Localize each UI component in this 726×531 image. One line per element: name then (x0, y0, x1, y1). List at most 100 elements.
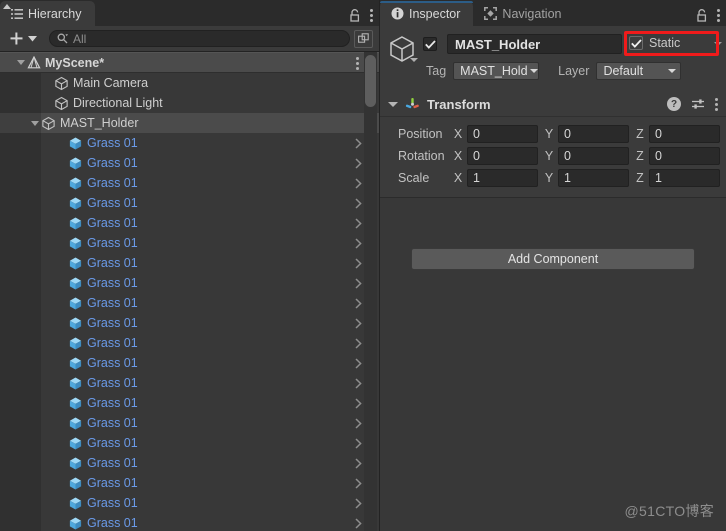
hierarchy-row-grass-01[interactable]: Grass 01 (0, 353, 379, 373)
transform-position-x-input[interactable]: 0 (467, 125, 538, 143)
transform-rotation-y-input[interactable]: 0 (558, 147, 629, 165)
chevron-right-icon[interactable] (355, 333, 362, 353)
preset-sliders-icon[interactable] (691, 98, 705, 111)
axis-label-x: X (453, 127, 463, 141)
chevron-right-icon[interactable] (355, 253, 362, 273)
axis-group-y: Y0 (544, 125, 629, 143)
chevron-right-icon[interactable] (355, 233, 362, 253)
lock-icon[interactable] (696, 9, 708, 22)
foldout-spacer (55, 453, 68, 473)
frame-selected-icon[interactable] (354, 29, 373, 48)
chevron-down-icon (28, 35, 37, 42)
hierarchy-row-grass-01[interactable]: Grass 01 (0, 193, 379, 213)
chevron-right-icon[interactable] (355, 213, 362, 233)
hierarchy-row-grass-01[interactable]: Grass 01 (0, 413, 379, 433)
hierarchy-scrollbar-thumb[interactable] (365, 55, 376, 107)
hierarchy-search-field[interactable] (49, 30, 350, 47)
chevron-right-icon[interactable] (355, 173, 362, 193)
chevron-right-icon[interactable] (355, 513, 362, 531)
foldout-open-icon[interactable] (14, 53, 27, 73)
static-checkbox[interactable] (629, 36, 643, 50)
tab-inspector-label: Inspector (409, 6, 461, 21)
axis-group-z: Z1 (635, 169, 720, 187)
hierarchy-row-label: Main Camera (73, 76, 149, 90)
transform-scale-y-input[interactable]: 1 (558, 169, 629, 187)
kebab-menu-icon[interactable] (356, 57, 359, 70)
transform-rotation-x-input[interactable]: 0 (467, 147, 538, 165)
chevron-right-icon[interactable] (355, 273, 362, 293)
scroll-up-arrow-icon[interactable] (0, 1, 13, 12)
tag-dropdown[interactable]: MAST_Hold (453, 62, 540, 80)
chevron-right-icon[interactable] (355, 453, 362, 473)
hierarchy-row-label: Directional Light (73, 96, 163, 110)
hierarchy-tree[interactable]: MyScene* Main Camera Directional Light MAST… (0, 52, 379, 531)
foldout-spacer (55, 233, 68, 253)
gameobject-active-checkbox[interactable] (423, 37, 437, 51)
hierarchy-row-grass-01[interactable]: Grass 01 (0, 493, 379, 513)
search-input[interactable] (73, 31, 343, 46)
foldout-spacer (55, 293, 68, 313)
hierarchy-row-grass-01[interactable]: Grass 01 (0, 313, 379, 333)
kebab-menu-icon[interactable] (370, 9, 373, 22)
hierarchy-row-grass-01[interactable]: Grass 01 (0, 513, 379, 531)
transform-scale-z-input[interactable]: 1 (649, 169, 720, 187)
create-gameobject-button[interactable] (7, 31, 42, 46)
foldout-spacer (55, 393, 68, 413)
chevron-right-icon[interactable] (355, 153, 362, 173)
chevron-right-icon[interactable] (355, 413, 362, 433)
static-dropdown-caret-icon[interactable] (714, 42, 722, 46)
chevron-right-icon[interactable] (355, 493, 362, 513)
chevron-right-icon[interactable] (355, 313, 362, 333)
prefab-cube-icon (68, 176, 83, 191)
transform-scale-x-input[interactable]: 1 (467, 169, 538, 187)
tab-hierarchy[interactable]: Hierarchy (0, 1, 95, 26)
layer-dropdown[interactable]: Default (596, 62, 682, 80)
chevron-right-icon[interactable] (355, 193, 362, 213)
chevron-right-icon[interactable] (355, 433, 362, 453)
prefab-cube-icon (68, 436, 83, 451)
hierarchy-row-grass-01[interactable]: Grass 01 (0, 253, 379, 273)
kebab-menu-icon[interactable] (715, 97, 718, 111)
hierarchy-row-grass-01[interactable]: Grass 01 (0, 273, 379, 293)
add-component-button[interactable]: Add Component (411, 248, 695, 270)
axis-label-y: Y (544, 171, 554, 185)
hierarchy-row-grass-01[interactable]: Grass 01 (0, 233, 379, 253)
kebab-menu-icon[interactable] (717, 9, 720, 22)
hierarchy-row-grass-01[interactable]: Grass 01 (0, 333, 379, 353)
gameobject-name-field[interactable]: MAST_Holder (447, 34, 622, 54)
transform-foldout-icon[interactable] (388, 101, 398, 107)
chevron-right-icon[interactable] (355, 373, 362, 393)
chevron-right-icon[interactable] (355, 133, 362, 153)
axis-label-x: X (453, 171, 463, 185)
foldout-open-icon[interactable] (28, 113, 41, 133)
hierarchy-row-grass-01[interactable]: Grass 01 (0, 293, 379, 313)
chevron-right-icon[interactable] (355, 353, 362, 373)
kebab-menu-icon[interactable] (356, 53, 359, 74)
hierarchy-row-main-camera[interactable]: Main Camera (0, 73, 379, 93)
chevron-right-icon[interactable] (355, 473, 362, 493)
tab-inspector[interactable]: Inspector (380, 1, 474, 26)
hierarchy-row-label: Grass 01 (87, 516, 138, 530)
hierarchy-row-mast-holder[interactable]: MAST_Holder (0, 113, 379, 133)
hierarchy-row-grass-01[interactable]: Grass 01 (0, 433, 379, 453)
transform-position-y-input[interactable]: 0 (558, 125, 629, 143)
chevron-right-icon[interactable] (355, 393, 362, 413)
hierarchy-row-grass-01[interactable]: Grass 01 (0, 393, 379, 413)
transform-header[interactable]: Transform ? (380, 92, 726, 117)
hierarchy-scrollbar[interactable] (364, 52, 377, 531)
hierarchy-row-grass-01[interactable]: Grass 01 (0, 173, 379, 193)
chevron-right-icon[interactable] (355, 293, 362, 313)
help-circle-icon[interactable]: ? (667, 97, 681, 111)
transform-rotation-z-input[interactable]: 0 (649, 147, 720, 165)
hierarchy-row-grass-01[interactable]: Grass 01 (0, 373, 379, 393)
hierarchy-row-grass-01[interactable]: Grass 01 (0, 213, 379, 233)
hierarchy-row-grass-01[interactable]: Grass 01 (0, 133, 379, 153)
hierarchy-row-myscene[interactable]: MyScene* (0, 52, 379, 73)
transform-position-z-input[interactable]: 0 (649, 125, 720, 143)
hierarchy-row-grass-01[interactable]: Grass 01 (0, 453, 379, 473)
tab-navigation[interactable]: Navigation (473, 1, 574, 26)
hierarchy-row-grass-01[interactable]: Grass 01 (0, 473, 379, 493)
lock-icon[interactable] (349, 9, 361, 22)
hierarchy-row-grass-01[interactable]: Grass 01 (0, 153, 379, 173)
hierarchy-row-directional-light[interactable]: Directional Light (0, 93, 379, 113)
